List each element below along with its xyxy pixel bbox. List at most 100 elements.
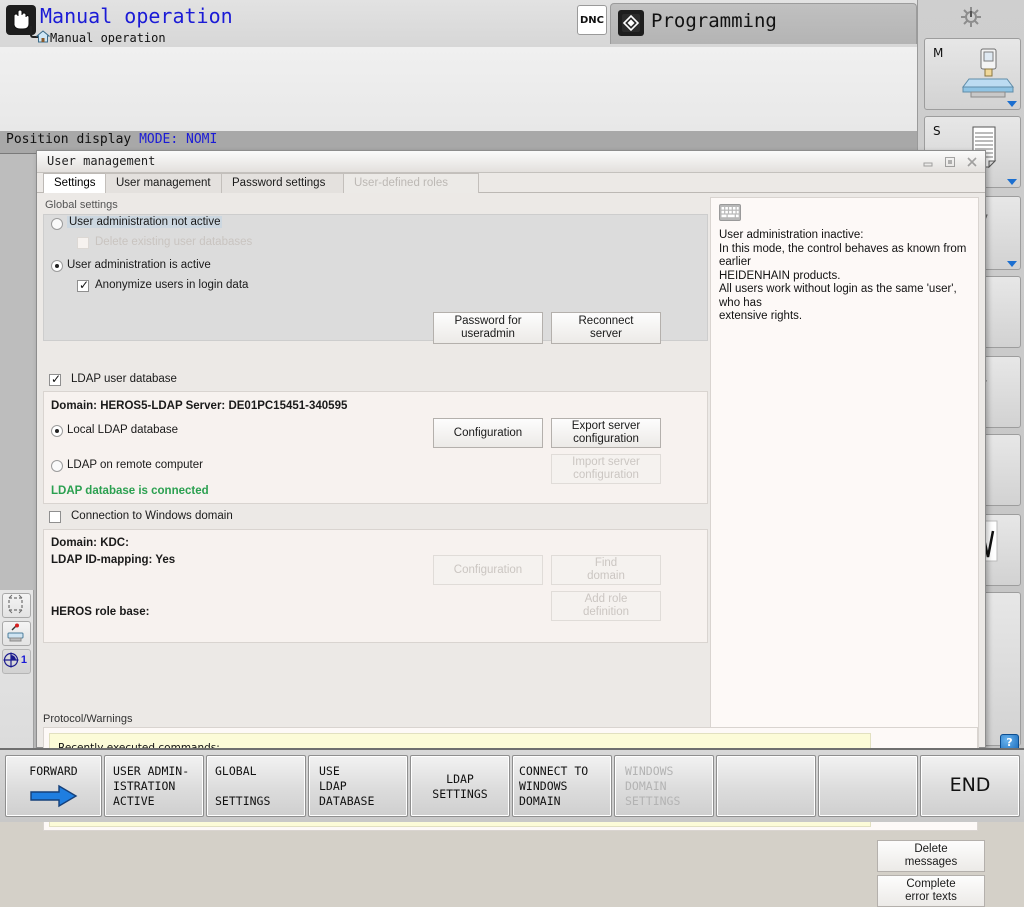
protocol-warnings-label: Protocol/Warnings xyxy=(43,713,133,725)
settings-left-pane: Global settings User administration not … xyxy=(43,197,708,707)
label-delete-existing-user-databases: Delete existing user databases xyxy=(95,236,253,248)
softkey-ldap-settings[interactable]: LDAP SETTINGS xyxy=(410,755,510,817)
minimize-button[interactable] xyxy=(921,155,935,169)
status-strip-mode: MODE: xyxy=(139,132,179,147)
reconnect-server-button[interactable]: Reconnect server xyxy=(551,312,661,344)
find-domain-button[interactable]: Find domain xyxy=(551,555,661,585)
radio-user-admin-is-active[interactable] xyxy=(51,260,63,272)
datum-icon[interactable]: 1 xyxy=(2,649,31,674)
checkbox-delete-existing-user-databases[interactable] xyxy=(77,237,89,249)
user-management-dialog: User management Settings User management… xyxy=(36,150,986,907)
softkey-blank-2[interactable] xyxy=(818,755,918,817)
status-strip-prefix: Position display xyxy=(6,132,140,147)
password-for-useradmin-button[interactable]: Password for useradmin xyxy=(433,312,543,344)
complete-error-texts-label: Complete error texts xyxy=(905,878,957,903)
softkey-user-administration-active[interactable]: USER ADMIN- ISTRATION ACTIVE xyxy=(104,755,204,817)
maximize-button[interactable] xyxy=(943,155,957,169)
table-preset-icon[interactable] xyxy=(2,621,31,646)
right-rail-item-m[interactable]: M xyxy=(924,38,1021,110)
label-connection-to-windows-domain: Connection to Windows domain xyxy=(71,510,233,522)
label-ldap-user-database: LDAP user database xyxy=(71,373,177,385)
reconnect-server-label: Reconnect server xyxy=(578,315,634,340)
label-anonymize-users: Anonymize users in login data xyxy=(95,279,249,291)
import-server-configuration-label: Import server configuration xyxy=(572,456,640,481)
tab-programming[interactable]: Programming xyxy=(610,3,917,44)
dialog-body: Global settings User administration not … xyxy=(37,193,985,907)
dialog-title-bar: User management xyxy=(37,151,985,173)
checkbox-ldap-user-database[interactable]: ✓ xyxy=(49,373,61,386)
softkey-windows-domain-settings-label: WINDOWS DOMAIN SETTINGS xyxy=(625,764,681,808)
label-local-ldap-database[interactable]: Local LDAP database xyxy=(67,424,178,436)
heros-role-base-line: HEROS role base: xyxy=(51,606,150,618)
delete-messages-label: Delete messages xyxy=(904,843,958,868)
programming-diamond-icon xyxy=(618,10,644,36)
radio-local-ldap-database[interactable] xyxy=(51,425,63,437)
export-server-configuration-label: Export server configuration xyxy=(571,420,641,445)
label-user-admin-not-active[interactable]: User administration not active xyxy=(67,216,223,228)
import-server-configuration-button[interactable]: Import server configuration xyxy=(551,454,661,484)
label-ldap-on-remote-computer[interactable]: LDAP on remote computer xyxy=(67,459,203,471)
softkey-connect-to-windows-domain[interactable]: CONNECT TO WINDOWS DOMAIN xyxy=(512,755,612,817)
status-strip-value: NOMI xyxy=(186,132,218,147)
complete-error-texts-button[interactable]: Complete error texts xyxy=(877,875,985,907)
ldap-configuration-label: Configuration xyxy=(453,426,523,439)
softkey-blank-1[interactable] xyxy=(716,755,816,817)
machine-mid-area xyxy=(0,47,917,132)
chevron-down-icon[interactable] xyxy=(1007,101,1017,107)
dialog-title: User management xyxy=(47,154,156,168)
windows-configuration-button[interactable]: Configuration xyxy=(433,555,543,585)
add-role-definition-label: Add role definition xyxy=(582,593,630,618)
right-arrow-icon xyxy=(29,784,77,808)
tab-user-defined-roles[interactable]: User-defined roles xyxy=(343,173,479,193)
delete-messages-button[interactable]: Delete messages xyxy=(877,840,985,872)
datum-number: 1 xyxy=(20,654,27,666)
chevron-down-icon[interactable] xyxy=(1007,179,1017,185)
global-settings-group-label: Global settings xyxy=(45,199,118,211)
gear-icon[interactable] xyxy=(958,4,984,30)
checkbox-anonymize-users[interactable]: ✓ xyxy=(77,279,89,292)
softkey-user-administration-active-label: USER ADMIN- ISTRATION ACTIVE xyxy=(113,764,190,808)
ldap-status-text: LDAP database is connected xyxy=(51,485,209,497)
close-button[interactable] xyxy=(965,155,979,169)
right-rail-label-m: M xyxy=(933,46,944,60)
radio-user-admin-not-active[interactable] xyxy=(51,218,63,230)
dnc-badge[interactable]: DNC xyxy=(577,5,607,35)
softkey-global-settings-label: GLOBAL SETTINGS xyxy=(215,764,271,808)
softkey-windows-domain-settings[interactable]: WINDOWS DOMAIN SETTINGS xyxy=(614,755,714,817)
softkey-use-ldap-database-label: USE LDAP DATABASE xyxy=(319,764,375,808)
machine-header: Manual operation Manual operation DNC Pr… xyxy=(0,0,917,48)
chevron-down-icon[interactable] xyxy=(1007,261,1017,267)
softkey-use-ldap-database[interactable]: USE LDAP DATABASE xyxy=(308,755,408,817)
page-title: Manual operation xyxy=(40,4,233,28)
softkey-global-settings[interactable]: GLOBAL SETTINGS xyxy=(206,755,306,817)
programming-label: Programming xyxy=(651,10,777,32)
add-role-definition-button[interactable]: Add role definition xyxy=(551,591,661,621)
find-domain-label: Find domain xyxy=(587,557,625,582)
home-icon xyxy=(35,30,51,43)
softkey-end-label: END xyxy=(949,774,991,796)
keyboard-icon xyxy=(719,204,741,221)
softkey-end[interactable]: END xyxy=(920,755,1020,817)
left-icon-rail: 1 xyxy=(0,590,34,748)
checkbox-connection-to-windows-domain[interactable] xyxy=(49,511,61,523)
softkey-connect-to-windows-domain-label: CONNECT TO WINDOWS DOMAIN xyxy=(519,764,589,808)
breadcrumb: Manual operation xyxy=(50,31,166,45)
ldap-domain-line: Domain: HEROS5-LDAP Server: DE01PC15451-… xyxy=(51,400,348,412)
softkey-forward-label: FORWARD xyxy=(29,764,78,778)
spindle-table-icon xyxy=(962,48,1014,98)
windows-domain-line: Domain: KDC: xyxy=(51,537,129,549)
password-for-useradmin-label: Password for useradmin xyxy=(454,315,522,340)
info-text: User administration inactive: In this mo… xyxy=(719,229,967,322)
softkey-forward[interactable]: FORWARD xyxy=(5,755,102,817)
dialog-tabs: Settings User management Password settin… xyxy=(37,173,985,193)
softkey-bar: FORWARD USER ADMIN- ISTRATION ACTIVE GLO… xyxy=(0,748,1024,822)
ldap-configuration-button[interactable]: Configuration xyxy=(433,418,543,448)
windows-domain-panel xyxy=(43,529,708,643)
workpiece-frame-icon[interactable] xyxy=(2,593,31,618)
windows-configuration-label: Configuration xyxy=(453,563,523,576)
info-pane: User administration inactive: In this mo… xyxy=(710,197,979,791)
export-server-configuration-button[interactable]: Export server configuration xyxy=(551,418,661,448)
right-rail-label-s: S xyxy=(933,124,941,138)
label-user-admin-is-active[interactable]: User administration is active xyxy=(67,259,211,271)
radio-ldap-on-remote-computer[interactable] xyxy=(51,460,63,472)
